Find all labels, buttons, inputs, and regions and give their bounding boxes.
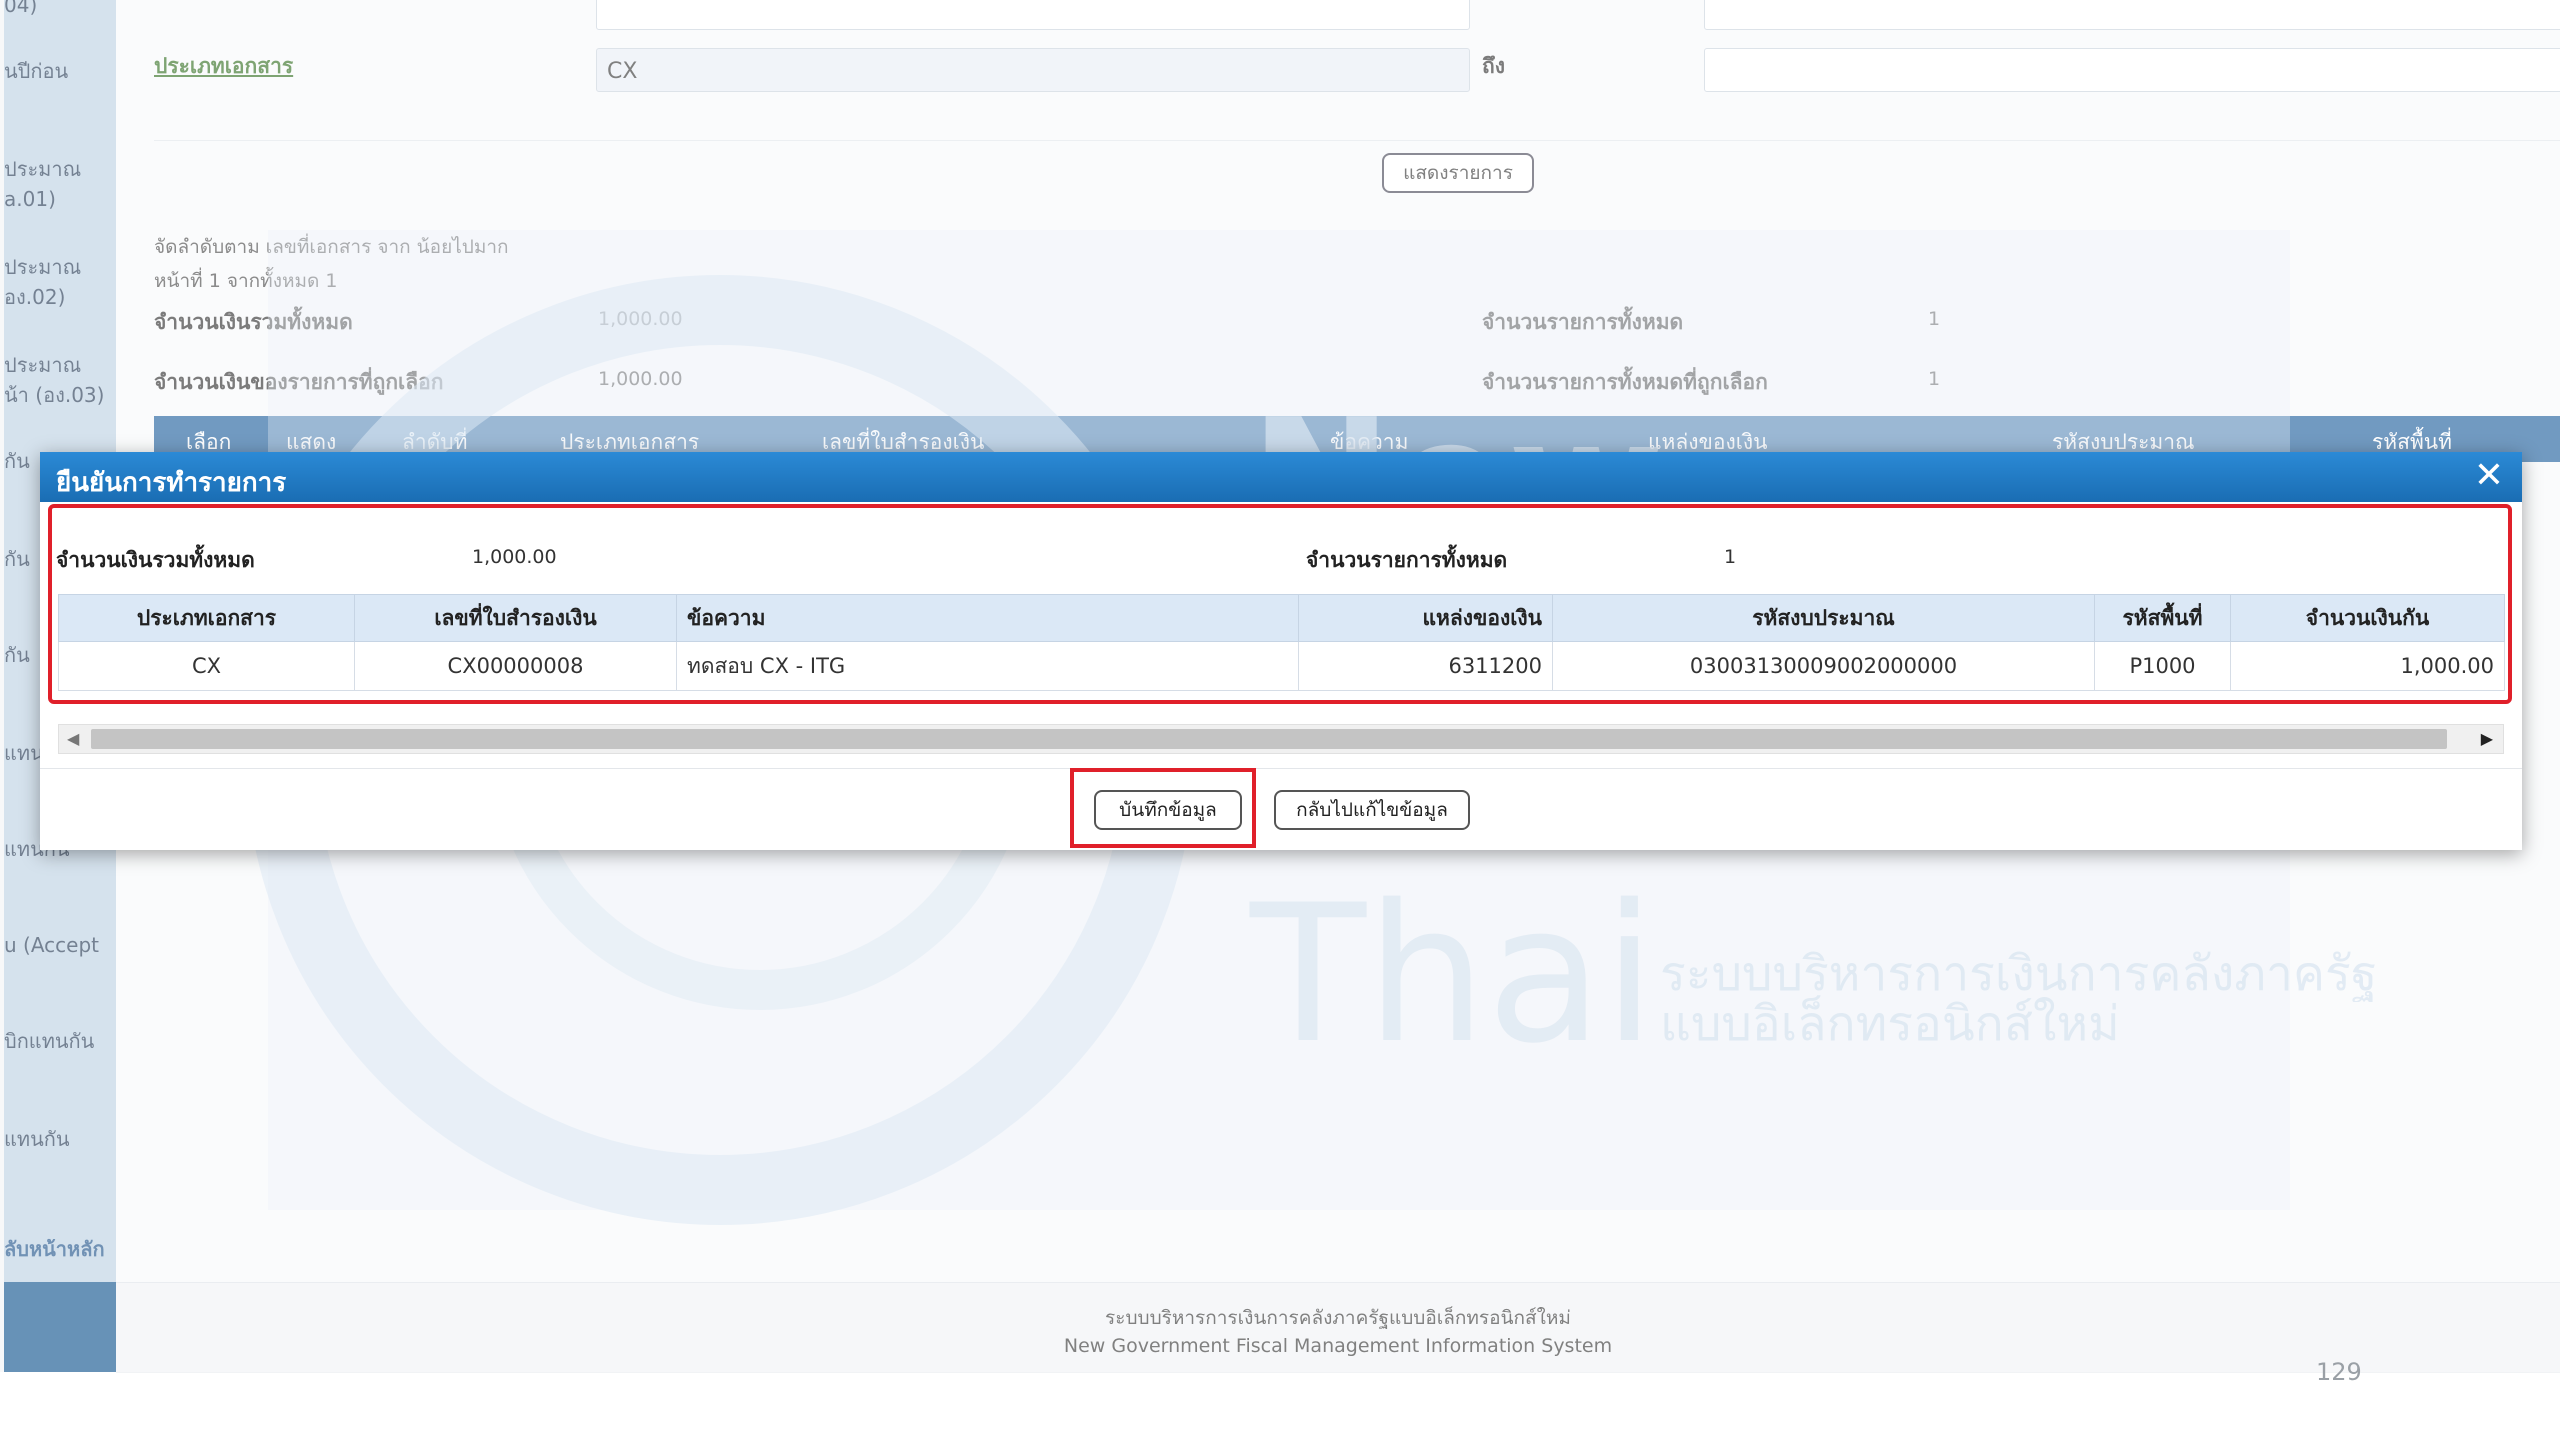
- cell-area-code: P1000: [2094, 641, 2231, 691]
- cell-budget-code: 03003130009002000000: [1552, 641, 2095, 691]
- table-header: เลขที่ใบสำรองเงิน: [354, 594, 677, 642]
- dialog-total-amount-value: 1,000.00: [472, 546, 557, 568]
- page-number: 129: [2316, 1358, 2362, 1386]
- cell-fund-source: 6311200: [1298, 641, 1553, 691]
- back-to-edit-button[interactable]: กลับไปแก้ไขข้อมูล: [1274, 790, 1470, 830]
- close-icon[interactable]: ✕: [2474, 456, 2504, 496]
- table-header-row: ประเภทเอกสาร เลขที่ใบสำรองเงิน ข้อความ แ…: [58, 594, 2505, 642]
- table-header: แหล่งของเงิน: [1298, 594, 1553, 642]
- table-header: ประเภทเอกสาร: [58, 594, 355, 642]
- confirm-dialog: ยืนยันการทำรายการ ✕ จำนวนเงินรวมทั้งหมด …: [40, 452, 2522, 850]
- table-header: ข้อความ: [676, 594, 1299, 642]
- cell-text: ทดสอบ CX - ITG: [676, 641, 1299, 691]
- table-row[interactable]: CX CX00000008 ทดสอบ CX - ITG 6311200 030…: [58, 641, 2505, 691]
- dialog-total-items-label: จำนวนรายการทั้งหมด: [1306, 548, 1508, 572]
- cell-amount: 1,000.00: [2230, 641, 2505, 691]
- save-button[interactable]: บันทึกข้อมูล: [1094, 790, 1242, 830]
- cell-reserve-number: CX00000008: [354, 641, 677, 691]
- dialog-total-items-value: 1: [1724, 546, 1737, 568]
- dialog-total-amount-label: จำนวนเงินรวมทั้งหมด: [56, 548, 255, 572]
- scrollbar-thumb[interactable]: [91, 729, 2447, 749]
- dialog-footer-divider: [40, 768, 2522, 769]
- cell-doc-type: CX: [58, 641, 355, 691]
- table-header: รหัสงบประมาณ: [1552, 594, 2095, 642]
- horizontal-scrollbar[interactable]: ◀ ▶: [58, 724, 2504, 754]
- table-header: รหัสพื้นที่: [2094, 594, 2231, 642]
- scroll-left-icon[interactable]: ◀: [67, 729, 79, 748]
- scroll-right-icon[interactable]: ▶: [2481, 729, 2493, 748]
- dialog-title: ยืนยันการทำรายการ: [56, 468, 287, 498]
- table-header: จำนวนเงินกัน: [2230, 594, 2505, 642]
- dialog-header: ยืนยันการทำรายการ ✕: [40, 452, 2522, 502]
- confirm-table: ประเภทเอกสาร เลขที่ใบสำรองเงิน ข้อความ แ…: [58, 594, 2505, 691]
